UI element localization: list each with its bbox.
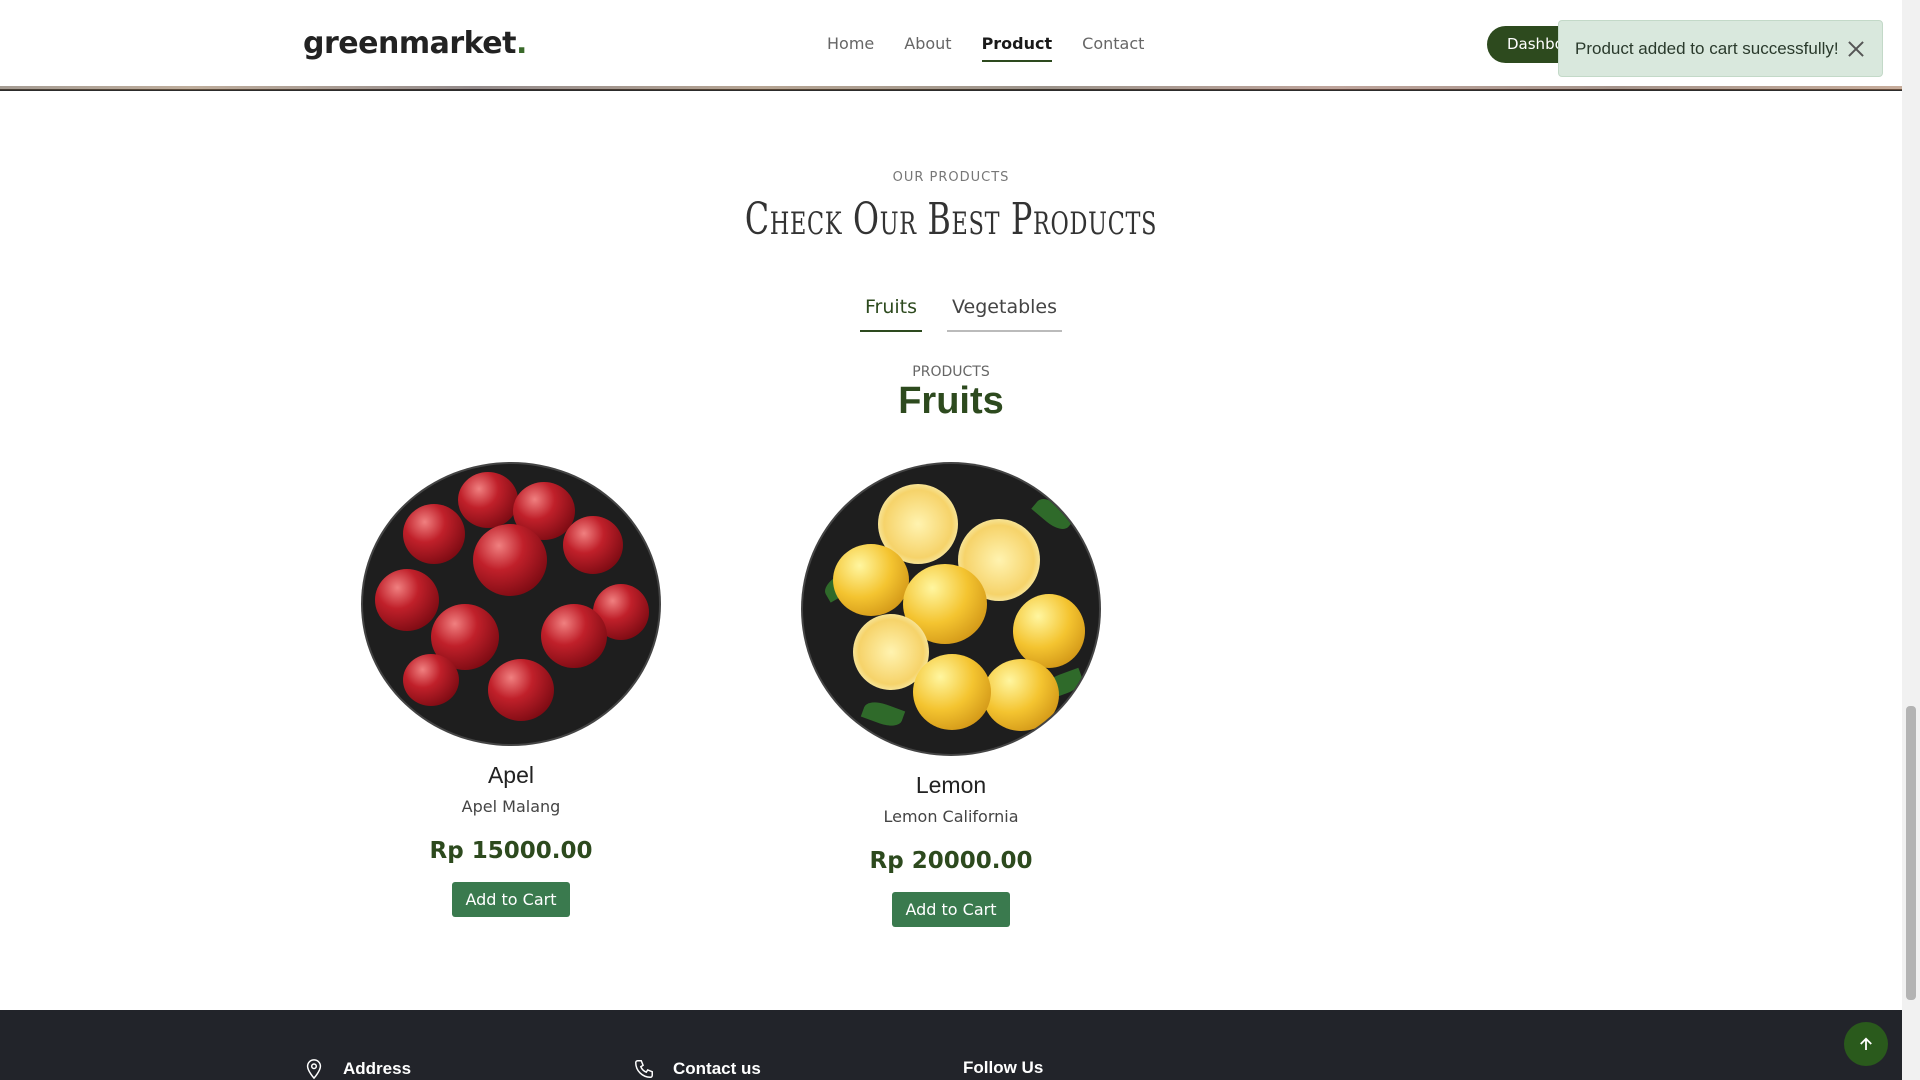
- product-price: Rp 15000.00: [429, 838, 593, 864]
- footer-contact: Contact us: [633, 1058, 761, 1080]
- tab-fruits[interactable]: Fruits: [860, 296, 923, 332]
- product-image-lemon: [803, 464, 1099, 754]
- success-toast: Product added to cart successfully!: [1558, 20, 1883, 77]
- nav-contact[interactable]: Contact: [1082, 34, 1144, 62]
- add-to-cart-button[interactable]: Add to Cart: [892, 892, 1010, 927]
- section-eyebrow: OUR PRODUCTS: [892, 170, 1010, 185]
- footer-follow-label: Follow Us: [963, 1058, 1044, 1077]
- category-tabs: Fruits Vegetables: [860, 296, 1063, 332]
- site-footer: [0, 1010, 1902, 1080]
- product-name: Lemon: [915, 772, 987, 798]
- back-to-top-button[interactable]: [1844, 1022, 1888, 1066]
- section-headline: Check Our Best Products: [744, 194, 1158, 245]
- tab-vegetables[interactable]: Vegetables: [947, 296, 1063, 332]
- product-description: Lemon California: [883, 807, 1019, 826]
- logo-text: greenmarket: [303, 26, 516, 61]
- nav-product[interactable]: Product: [981, 34, 1053, 62]
- main-nav: Home About Product Contact: [827, 34, 1174, 62]
- footer-address-label: Address: [343, 1059, 412, 1078]
- category-eyebrow: PRODUCTS: [912, 364, 990, 380]
- product-card-apel: Apel Apel Malang Rp 15000.00 Add to Cart: [361, 464, 661, 917]
- scrollbar-thumb[interactable]: [1906, 706, 1916, 1000]
- product-name: Apel: [487, 762, 535, 788]
- product-card-lemon: Lemon Lemon California Rp 20000.00 Add t…: [801, 464, 1101, 927]
- logo-dot: .: [515, 26, 527, 61]
- page-scrollbar[interactable]: [1902, 0, 1920, 1080]
- toast-message: Product added to cart successfully!: [1575, 38, 1839, 58]
- product-description: Apel Malang: [461, 797, 561, 816]
- footer-address: Address: [303, 1058, 411, 1080]
- map-pin-icon: [306, 1059, 322, 1080]
- product-image-apel: [363, 464, 659, 744]
- category-title: Fruits: [898, 380, 1004, 422]
- arrow-up-icon: [1860, 1037, 1872, 1050]
- footer-follow: Follow Us: [963, 1058, 1043, 1078]
- add-to-cart-button[interactable]: Add to Cart: [452, 882, 570, 917]
- phone-icon: [635, 1060, 653, 1078]
- nav-about[interactable]: About: [904, 34, 951, 62]
- hero-image-edge: [0, 86, 1902, 90]
- nav-home[interactable]: Home: [827, 34, 874, 62]
- logo[interactable]: greenmarket.: [303, 26, 527, 61]
- footer-contact-label: Contact us: [673, 1059, 761, 1078]
- product-price: Rp 20000.00: [869, 848, 1033, 874]
- close-icon[interactable]: [1846, 39, 1866, 59]
